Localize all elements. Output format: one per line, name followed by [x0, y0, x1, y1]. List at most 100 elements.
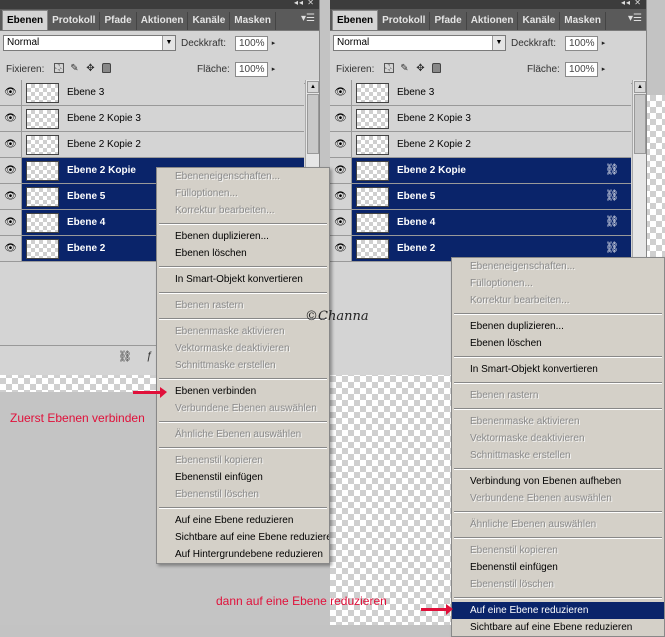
menu-separator — [157, 219, 329, 228]
fill-arrow-icon[interactable]: ▸ — [268, 62, 279, 77]
layer-name: Ebene 5 — [397, 191, 436, 202]
menu-item[interactable]: Ebenenstil einfügen — [157, 469, 329, 486]
tab-aktionen[interactable]: Aktionen — [467, 12, 519, 30]
menu-item[interactable]: Ebenen duplizieren... — [157, 228, 329, 245]
menu-separator — [452, 378, 664, 387]
visibility-eye-icon[interactable]: 👁 — [0, 184, 22, 209]
layer-row[interactable]: 👁 Ebene 2 Kopie ⛓ — [330, 158, 631, 184]
menu-item: Ebeneneigenschaften... — [470, 261, 576, 272]
tab-kanaele[interactable]: Kanäle — [518, 12, 561, 30]
opacity-input[interactable]: 100% — [235, 36, 268, 51]
visibility-eye-icon[interactable]: 👁 — [0, 236, 22, 261]
menu-separator — [157, 503, 329, 512]
lock-brush-icon[interactable]: ✎ — [399, 63, 410, 74]
layer-name: Ebene 2 Kopie — [397, 165, 466, 176]
visibility-eye-icon[interactable]: 👁 — [0, 158, 22, 183]
lock-all-icon[interactable] — [431, 63, 442, 74]
visibility-eye-icon[interactable]: 👁 — [0, 80, 22, 105]
visibility-eye-icon[interactable]: 👁 — [0, 210, 22, 235]
tab-aktionen[interactable]: Aktionen — [137, 12, 189, 30]
layer-row[interactable]: 👁 Ebene 5 ⛓ — [330, 184, 631, 210]
collapse-close-icon[interactable]: ◂◂ ✕ — [621, 0, 642, 7]
menu-separator — [452, 593, 664, 602]
menu-item[interactable]: Ebenen duplizieren... — [452, 318, 664, 335]
tab-kanaele[interactable]: Kanäle — [188, 12, 231, 30]
opacity-arrow-icon[interactable]: ▸ — [598, 36, 609, 51]
visibility-eye-icon[interactable]: 👁 — [330, 210, 352, 235]
menu-item: Ebenenmaske aktivieren — [470, 416, 580, 427]
lock-transparency-icon[interactable] — [53, 63, 64, 74]
tab-ebenen[interactable]: Ebenen — [2, 10, 49, 30]
layer-row[interactable]: 👁 Ebene 3 — [330, 80, 631, 106]
lock-all-icon[interactable] — [101, 63, 112, 74]
tab-pfade[interactable]: Pfade — [430, 12, 467, 30]
blend-mode-select[interactable]: Normal ▼ — [3, 35, 176, 51]
chevron-down-icon: ▼ — [162, 36, 175, 50]
lock-label: Fixieren: — [6, 64, 45, 75]
scroll-up-icon[interactable]: ▲ — [307, 81, 319, 93]
visibility-eye-icon[interactable]: 👁 — [0, 132, 22, 157]
layer-thumbnail — [26, 83, 59, 103]
scroll-thumb[interactable] — [307, 94, 319, 154]
panel-menu-icon[interactable]: ▾☰ — [628, 13, 642, 24]
lock-transparency-icon[interactable] — [383, 63, 394, 74]
menu-item[interactable]: Ebenenstil einfügen — [452, 559, 664, 576]
tab-masken[interactable]: Masken — [560, 12, 606, 30]
panel-titlebar: ◂◂ ✕ — [0, 0, 319, 9]
tab-protokoll[interactable]: Protokoll — [48, 12, 101, 30]
fill-input[interactable]: 100% — [235, 62, 268, 77]
menu-item: Ebenen rastern — [175, 300, 244, 311]
lock-brush-icon[interactable]: ✎ — [69, 63, 80, 74]
opacity-arrow-icon[interactable]: ▸ — [268, 36, 279, 51]
blend-mode-select[interactable]: Normal ▼ — [333, 35, 506, 51]
menu-item[interactable]: In Smart-Objekt konvertieren — [452, 361, 664, 378]
visibility-eye-icon[interactable]: 👁 — [330, 132, 352, 157]
layer-row[interactable]: 👁 Ebene 2 Kopie 3 — [0, 106, 304, 132]
menu-item: Schnittmaske erstellen — [175, 360, 276, 371]
menu-item[interactable]: Verbindung von Ebenen aufheben — [452, 473, 664, 490]
link-layers-icon[interactable]: ⛓ — [118, 350, 132, 363]
scroll-thumb[interactable] — [634, 94, 646, 154]
tab-pfade[interactable]: Pfade — [100, 12, 137, 30]
layer-row[interactable]: 👁 Ebene 3 — [0, 80, 304, 106]
fill-arrow-icon[interactable]: ▸ — [598, 62, 609, 77]
menu-item[interactable]: Auf eine Ebene reduzieren — [157, 512, 329, 529]
layer-row[interactable]: 👁 Ebene 2 Kopie 2 — [330, 132, 631, 158]
visibility-eye-icon[interactable]: 👁 — [330, 106, 352, 131]
menu-item: Fülloptionen... — [175, 188, 238, 199]
menu-item[interactable]: Auf eine Ebene reduzieren — [452, 602, 664, 619]
visibility-eye-icon[interactable]: 👁 — [330, 80, 352, 105]
layer-row[interactable]: 👁 Ebene 2 Kopie 2 — [0, 132, 304, 158]
menu-separator — [157, 314, 329, 323]
panel-menu-icon[interactable]: ▾☰ — [301, 13, 315, 24]
layer-name: Ebene 2 Kopie 2 — [67, 139, 141, 150]
annotation-arrow-1 — [133, 387, 167, 398]
menu-item[interactable]: Ebenen löschen — [157, 245, 329, 262]
tab-protokoll[interactable]: Protokoll — [378, 12, 431, 30]
menu-item[interactable]: Sichtbare auf eine Ebene reduzieren — [452, 619, 664, 636]
menu-item[interactable]: Auf Hintergrundebene reduzieren — [157, 546, 329, 563]
visibility-eye-icon[interactable]: 👁 — [330, 236, 352, 261]
scroll-up-icon[interactable]: ▲ — [634, 81, 646, 93]
menu-item[interactable]: In Smart-Objekt konvertieren — [157, 271, 329, 288]
opacity-input[interactable]: 100% — [565, 36, 598, 51]
watermark: ©Channa — [305, 309, 369, 324]
menu-item: Vektormaske deaktivieren — [175, 343, 290, 354]
layer-thumbnail — [356, 83, 389, 103]
menu-item[interactable]: Ebenen löschen — [452, 335, 664, 352]
lock-move-icon[interactable]: ✥ — [415, 63, 426, 74]
visibility-eye-icon[interactable]: 👁 — [330, 158, 352, 183]
menu-item[interactable]: Ebenen verbinden — [157, 383, 329, 400]
menu-item[interactable]: Sichtbare auf eine Ebene reduzieren — [157, 529, 329, 546]
layer-row[interactable]: 👁 Ebene 2 Kopie 3 — [330, 106, 631, 132]
tab-masken[interactable]: Masken — [230, 12, 276, 30]
visibility-eye-icon[interactable]: 👁 — [330, 184, 352, 209]
lock-move-icon[interactable]: ✥ — [85, 63, 96, 74]
collapse-close-icon[interactable]: ◂◂ ✕ — [294, 0, 315, 7]
fx-icon[interactable]: ƒ — [146, 350, 152, 362]
fill-input[interactable]: 100% — [565, 62, 598, 77]
visibility-eye-icon[interactable]: 👁 — [0, 106, 22, 131]
layer-name: Ebene 2 — [397, 243, 436, 254]
layer-row[interactable]: 👁 Ebene 4 ⛓ — [330, 210, 631, 236]
tab-ebenen[interactable]: Ebenen — [332, 10, 379, 30]
